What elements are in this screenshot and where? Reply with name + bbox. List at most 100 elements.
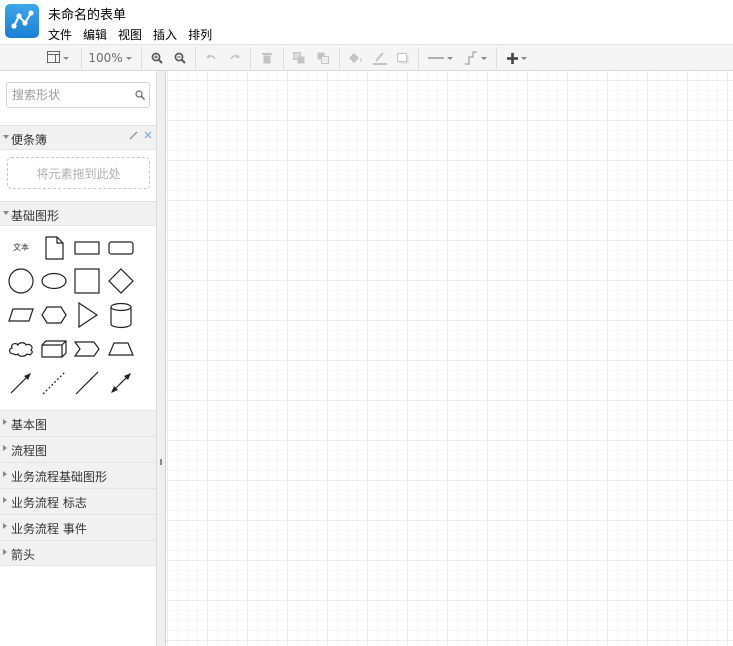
document-title[interactable]: 未命名的表单 [48,4,126,23]
undo-button[interactable] [203,49,219,67]
chevron-down-icon [480,56,487,60]
insert-dropdown[interactable] [503,49,531,67]
shape-triangle[interactable] [71,299,103,331]
scratchpad-actions [129,131,152,140]
line-style-dropdown[interactable] [426,49,454,67]
library-basic-diagram[interactable]: 基本图 [0,410,156,436]
chevron-down-icon [446,56,453,60]
insert-icon [507,52,518,64]
library-label: 业务流程基础图形 [11,470,108,484]
toolbar-divider [496,47,497,69]
menu-file[interactable]: 文件 [48,26,72,42]
undo-icon [206,54,216,60]
toolbar-divider [250,47,251,69]
chevron-down-icon [521,56,527,60]
to-back-icon [317,52,329,64]
basic-shapes-grid: 文本 [0,227,156,407]
shape-rounded-rectangle[interactable] [105,231,137,263]
close-icon[interactable] [144,131,152,139]
shape-ellipse[interactable] [38,265,70,297]
library-arrows[interactable]: 箭头 [0,540,156,566]
line-style-icon [427,57,444,59]
page-view-icon [47,50,60,66]
menu-bar: 文件 编辑 视图 插入 排列 [48,26,223,42]
section-label: 基础图形 [11,209,60,223]
line-color-icon [373,52,387,65]
shape-document-page[interactable] [38,231,70,263]
shadow-icon [397,52,409,63]
shape-cube[interactable] [38,333,70,365]
chevron-right-icon [3,497,7,503]
library-label: 箭头 [11,548,36,562]
diagram-canvas[interactable] [166,71,733,646]
search-icon[interactable] [135,89,145,103]
shadow-button[interactable] [395,49,411,67]
menu-view[interactable]: 视图 [118,26,142,42]
zoom-out-button[interactable] [172,49,188,67]
to-front-button[interactable] [291,49,307,67]
shape-cloud[interactable] [5,333,37,365]
section-label: 便条簿 [11,133,48,147]
library-bpmn-events[interactable]: 业务流程 事件 [0,514,156,540]
shape-hexagon[interactable] [38,299,70,331]
chevron-right-icon [3,419,7,425]
waypoint-dropdown[interactable] [461,49,489,67]
library-bpmn-symbols[interactable]: 业务流程 标志 [0,488,156,514]
redo-icon [230,54,240,60]
pencil-icon[interactable] [129,131,138,140]
page-view-button[interactable] [44,49,72,67]
zoom-out-icon [174,52,186,64]
toolbar-divider [418,47,419,69]
shape-cylinder[interactable] [105,299,137,331]
toolbar-divider [339,47,340,69]
toolbar-divider [195,47,196,69]
sidebar-splitter[interactable] [156,71,166,646]
search-input[interactable] [12,87,130,103]
library-label: 基本图 [11,418,48,432]
section-basic-shapes[interactable]: 基础图形 [0,201,156,226]
splitter-grip-icon [160,459,162,465]
drop-hint: 将元素拖到此处 [36,166,121,181]
library-bpmn-general[interactable]: 业务流程基础图形 [0,462,156,488]
shape-step[interactable] [71,333,103,365]
shape-bidirectional-arrow[interactable] [105,367,137,399]
diagram-logo-icon [5,4,39,38]
shape-parallelogram[interactable] [5,299,37,331]
library-label: 业务流程 事件 [11,522,87,536]
menu-arrange[interactable]: 排列 [188,26,212,42]
shape-square[interactable] [71,265,103,297]
chevron-down-icon [63,56,69,60]
menu-insert[interactable]: 插入 [153,26,177,42]
library-label: 业务流程 标志 [11,496,87,510]
line-color-button[interactable] [371,49,389,67]
fill-color-icon [349,53,362,63]
chevron-down-icon [3,135,9,139]
shape-diamond[interactable] [105,265,137,297]
search-box [6,82,150,108]
delete-button[interactable] [259,49,275,67]
shape-rectangle[interactable] [71,231,103,263]
shape-arrow-connector[interactable] [5,367,37,399]
redo-button[interactable] [227,49,243,67]
shape-text[interactable]: 文本 [5,231,37,263]
shape-line[interactable] [71,367,103,399]
toolbar-divider [81,47,82,69]
zoom-level-dropdown[interactable]: 100% [88,49,132,67]
menu-edit[interactable]: 编辑 [83,26,107,42]
shape-dashed-line[interactable] [38,367,70,399]
toolbar-divider [283,47,284,69]
chevron-right-icon [3,445,7,451]
scratchpad-drop-zone[interactable]: 将元素拖到此处 [7,157,150,189]
to-front-icon [293,52,305,64]
shape-trapezoid[interactable] [105,333,137,365]
to-back-button[interactable] [315,49,331,67]
fill-color-button[interactable] [347,49,365,67]
toolbar-divider [141,47,142,69]
toolbar: 100% [0,44,733,71]
text-shape-label: 文本 [13,242,29,252]
zoom-in-button[interactable] [149,49,165,67]
shape-circle[interactable] [5,265,37,297]
section-scratchpad[interactable]: 便条簿 [0,125,156,150]
waypoint-icon [464,51,477,65]
library-flowchart[interactable]: 流程图 [0,436,156,462]
